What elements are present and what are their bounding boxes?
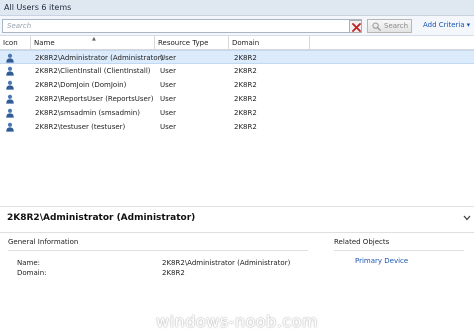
clear-icon	[352, 23, 361, 32]
cell-name: 2K8R2\smsadmin (smsadmin)	[35, 109, 140, 117]
cell-resource-type: User	[160, 67, 176, 75]
search-icon	[372, 22, 381, 31]
cell-domain: 2K8R2	[234, 54, 257, 62]
user-icon	[6, 122, 14, 132]
user-icon	[6, 108, 14, 118]
cell-resource-type: User	[160, 54, 176, 62]
general-divider	[8, 250, 308, 251]
cell-name: 2K8R2\DomJoin (DomJoin)	[35, 81, 127, 89]
user-icon	[6, 94, 14, 104]
cell-name: 2K8R2\Administrator (Administrator)	[35, 54, 164, 62]
grid-header: Icon Name Resource Type Domain ▲	[0, 36, 474, 50]
cell-resource-type: User	[160, 109, 176, 117]
list-header: All Users 6 items	[0, 0, 474, 16]
users-grid: Icon Name Resource Type Domain ▲ 2K8R2\A…	[0, 36, 474, 206]
cell-name: 2K8R2\ClientInstall (ClientInstall)	[35, 67, 151, 75]
search-button-label: Search	[384, 22, 409, 30]
user-icon	[6, 80, 14, 90]
column-header-domain[interactable]: Domain	[229, 36, 310, 50]
related-divider	[334, 250, 464, 251]
cell-name: 2K8R2\ReportsUser (ReportsUser)	[35, 95, 154, 103]
user-icon	[6, 53, 14, 63]
name-value: 2K8R2\Administrator (Administrator)	[162, 259, 291, 267]
domain-value: 2K8R2	[162, 269, 185, 277]
table-row[interactable]: 2K8R2\smsadmin (smsadmin) User 2K8R2	[0, 106, 474, 120]
related-objects-heading: Related Objects	[334, 238, 390, 246]
table-row[interactable]: 2K8R2\ClientInstall (ClientInstall) User…	[0, 64, 474, 78]
table-row[interactable]: 2K8R2\Administrator (Administrator) User…	[0, 50, 474, 64]
sort-ascending-icon: ▲	[92, 36, 96, 42]
cell-domain: 2K8R2	[234, 81, 257, 89]
detail-title: 2K8R2\Administrator (Administrator)	[7, 213, 196, 223]
cell-domain: 2K8R2	[234, 95, 257, 103]
search-button[interactable]: Search	[367, 19, 412, 33]
domain-label: Domain:	[17, 269, 47, 277]
column-header-icon[interactable]: Icon	[0, 36, 31, 50]
add-criteria-link[interactable]: Add Criteria ▾	[423, 21, 470, 29]
cell-domain: 2K8R2	[234, 67, 257, 75]
chevron-down-icon[interactable]	[463, 215, 471, 221]
cell-name: 2K8R2\testuser (testuser)	[35, 123, 126, 131]
table-row[interactable]: 2K8R2\testuser (testuser) User 2K8R2	[0, 120, 474, 134]
add-criteria-label: Add Criteria	[423, 21, 465, 29]
clear-search-button[interactable]	[349, 20, 362, 33]
name-label: Name:	[17, 259, 41, 267]
general-information-heading: General Information	[8, 238, 79, 246]
watermark: windows-noob.com	[156, 312, 318, 331]
search-bar: Search Add Criteria▾	[0, 16, 474, 36]
cell-domain: 2K8R2	[234, 109, 257, 117]
column-header-resource-type[interactable]: Resource Type	[155, 36, 229, 50]
cell-resource-type: User	[160, 81, 176, 89]
table-row[interactable]: 2K8R2\ReportsUser (ReportsUser) User 2K8…	[0, 92, 474, 106]
list-title: All Users 6 items	[4, 3, 72, 12]
cell-domain: 2K8R2	[234, 123, 257, 131]
cell-resource-type: User	[160, 95, 176, 103]
user-icon	[6, 66, 14, 76]
detail-divider	[0, 232, 474, 233]
chevron-down-icon: ▾	[466, 21, 471, 29]
search-input[interactable]	[2, 19, 362, 33]
primary-device-link[interactable]: Primary Device	[355, 257, 408, 265]
cell-resource-type: User	[160, 123, 176, 131]
table-row[interactable]: 2K8R2\DomJoin (DomJoin) User 2K8R2	[0, 78, 474, 92]
